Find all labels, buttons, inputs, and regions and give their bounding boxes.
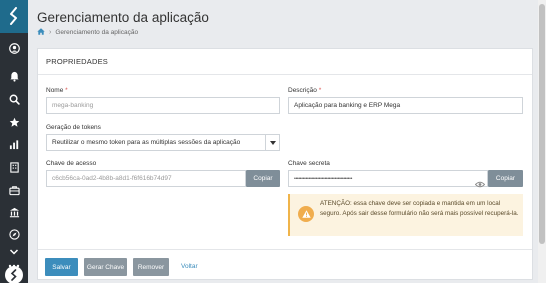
token-generation-label: Geração de tokens [46,124,101,131]
warning-icon [298,206,314,222]
compass-icon[interactable] [0,224,28,244]
secret-key-label: Chave secreta [288,160,330,167]
description-field[interactable]: Aplicação para banking e ERP Mega [288,97,523,114]
eye-icon[interactable] [474,175,486,193]
copy-secret-key-button[interactable]: Copiar [488,170,523,187]
page-title: Gerenciamento da aplicação [37,10,209,25]
description-label: Descrição * [288,87,322,94]
back-link[interactable]: Voltar [181,263,198,270]
required-mark: * [65,87,68,94]
search-icon[interactable] [0,89,28,109]
remove-button[interactable]: Remover [133,258,169,276]
panel-title: PROPRIEDADES [46,57,108,66]
breadcrumb-current: Gerenciamento da aplicação [55,29,139,36]
copy-access-key-button[interactable]: Copiar [246,170,280,187]
sidebar [0,0,28,283]
name-field[interactable]: mega-banking [46,97,280,114]
warning-alert: ATENÇÃO: essa chave deve ser copiada e m… [288,194,523,236]
user-circle-icon[interactable] [0,38,28,58]
alert-text: ATENÇÃO: essa chave deve ser copiada e m… [320,200,519,217]
bell-icon[interactable] [0,66,28,86]
company-logo-icon [5,266,23,283]
home-icon[interactable] [37,28,45,37]
breadcrumb: › Gerenciamento da aplicação [37,28,138,37]
secret-key-value: •••••••••••••••••••••••••••••••••••••••• [294,175,353,182]
scrollbar[interactable] [538,0,546,283]
briefcase-icon[interactable] [0,180,28,200]
bank-icon[interactable] [0,202,28,222]
token-generation-select[interactable]: Reutilizar o mesmo token para as múltipl… [46,134,280,151]
building-icon[interactable] [0,157,28,177]
access-key-field[interactable]: c6cb56ca-0ad2-4b8b-a8d1-f6f616b74d97 [46,170,246,187]
caret-down-icon[interactable] [265,135,279,150]
secret-key-field[interactable]: •••••••••••••••••••••••••••••••••••••••• [288,170,488,187]
properties-panel: PROPRIEDADES Nome * mega-banking Descriç… [37,48,533,280]
save-button[interactable]: Salvar [45,258,78,276]
scrollbar-thumb[interactable] [539,4,545,244]
required-mark: * [318,87,322,94]
footer-divider [38,249,532,250]
name-label: Nome * [46,87,68,94]
chart-icon[interactable] [0,134,28,154]
breadcrumb-separator-icon: › [49,29,52,36]
logo-icon[interactable] [0,0,28,33]
generate-key-button[interactable]: Gerar Chave [84,258,127,276]
access-key-label: Chave de acesso [46,160,97,167]
token-generation-value: Reutilizar o mesmo token para as múltipl… [52,139,241,146]
panel-header: PROPRIEDADES [38,49,532,75]
star-icon[interactable] [0,112,28,132]
